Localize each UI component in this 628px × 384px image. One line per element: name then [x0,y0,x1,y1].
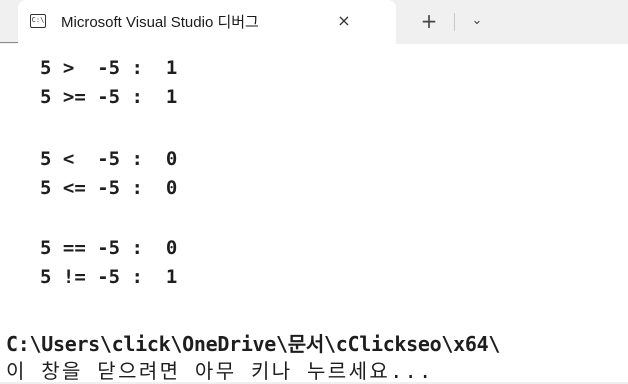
tab-separator [454,13,455,31]
close-tab-button[interactable]: × [332,9,356,33]
output-line: 5 < -5 : 0 [40,148,178,170]
output-line: 5 == -5 : 0 [40,237,178,259]
console-output[interactable]: 5 > -5 : 1 5 >= -5 : 1 5 < -5 : 0 5 <= -… [0,44,628,383]
path-line: C:\Users\click\OneDrive\문서\cClickseo\x64… [6,332,501,356]
chevron-down-icon[interactable]: ⌄ [466,9,488,33]
output-line: 5 != -5 : 1 [40,266,178,288]
output-line: 5 >= -5 : 1 [40,86,178,108]
tab-bar: C:\ Microsoft Visual Studio 디버그 × + ⌄ [0,0,628,44]
new-tab-button[interactable]: + [416,9,442,33]
console-icon: C:\ [30,14,46,28]
prompt-line: 이 창을 닫으려면 아무 키나 누르세요... [6,359,434,383]
tab-title: Microsoft Visual Studio 디버그 [61,14,259,31]
tab-bar-divider [0,42,20,43]
output-line: 5 > -5 : 1 [40,57,178,79]
output-line: 5 <= -5 : 0 [40,177,178,199]
terminal-tab[interactable]: C:\ Microsoft Visual Studio 디버그 × [18,0,396,44]
